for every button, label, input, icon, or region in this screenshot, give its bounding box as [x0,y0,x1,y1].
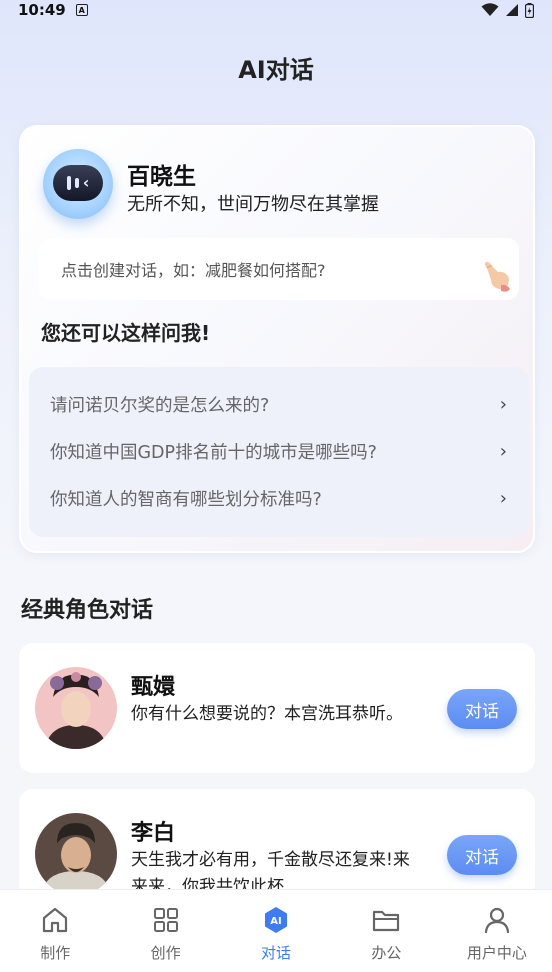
page-title: AI对话 [238,56,314,84]
tab-make[interactable]: 制作 [0,890,110,972]
suggestion-item[interactable]: 你知道人的智商有哪些划分标准吗? › [29,475,529,522]
tab-label: 办公 [371,944,402,962]
assistant-name: 百晓生 [127,164,196,190]
tab-label: 制作 [40,944,71,962]
suggestion-text: 你知道人的智商有哪些划分标准吗? [50,490,322,510]
battery-icon [525,2,534,18]
signal-icon [506,4,518,16]
ai-icon: AI [265,907,288,933]
grid-icon [153,908,178,932]
role-desc: 你有什么想要说的？本宫洗耳恭听。 [131,704,403,724]
chevron-right-icon: › [499,488,507,509]
user-icon [484,907,509,934]
suggestion-text: 请问诺贝尔奖的是怎么来的? [50,396,270,416]
chevron-right-icon: › [499,394,507,415]
assistant-card: ‹ 百晓生 无所不知，世间万物尽在其掌握 点击创建对话，如：减肥餐如何搭配? 您… [19,125,535,553]
tab-office[interactable]: 办公 [331,890,441,972]
pointing-hand-icon [484,261,510,292]
role-name: 甄嬛 [131,675,176,700]
talk-button[interactable]: 对话 [447,835,517,875]
create-chat-placeholder: 点击创建对话，如：减肥餐如何搭配? [61,261,326,280]
portrait-icon [35,813,117,895]
tab-chat[interactable]: AI 对话 [221,890,331,972]
suggestion-list: 请问诺贝尔奖的是怎么来的? › 你知道中国GDP排名前十的城市是哪些吗? › 你… [29,367,529,537]
bottom-tab-bar: 制作 创作 AI 对话 办公 用户中心 [0,889,552,972]
chevron-right-icon: › [499,441,507,462]
portrait-icon [35,667,117,749]
home-icon [43,907,68,933]
suggestion-item[interactable]: 你知道中国GDP排名前十的城市是哪些吗? › [29,428,529,475]
role-name: 李白 [131,821,176,846]
folder-icon [373,910,400,932]
svg-text:AI: AI [270,916,281,927]
status-bar: 10:49 A [0,0,552,20]
tab-label: 创作 [150,944,181,962]
status-icons [481,2,534,18]
tab-user-center[interactable]: 用户中心 [442,890,552,972]
role-card[interactable]: 甄嬛 你有什么想要说的？本宫洗耳恭听。 对话 [19,643,535,773]
tab-label: 对话 [261,944,292,962]
role-avatar [35,813,117,895]
assistant-tagline: 无所不知，世间万物尽在其掌握 [127,194,379,215]
status-time: 10:49 [18,1,66,19]
create-chat-input[interactable]: 点击创建对话，如：减肥餐如何搭配? [39,238,519,300]
suggest-title: 您还可以这样问我! [41,321,211,345]
role-card[interactable]: 李白 天生我才必有用，千金散尽还复来!来来来，你我共饮此杯 对话 [19,789,535,899]
notification-a-icon: A [75,4,88,16]
assistant-avatar: ‹ [43,149,113,219]
talk-button[interactable]: 对话 [447,689,517,729]
suggestion-text: 你知道中国GDP排名前十的城市是哪些吗? [50,443,377,463]
classic-section-title: 经典角色对话 [21,598,154,623]
suggestion-item[interactable]: 请问诺贝尔奖的是怎么来的? › [29,381,529,428]
robot-face-icon: ‹ [53,165,103,201]
tab-create[interactable]: 创作 [110,890,220,972]
role-avatar [35,667,117,749]
tab-label: 用户中心 [466,944,527,962]
wifi-icon [481,3,499,16]
